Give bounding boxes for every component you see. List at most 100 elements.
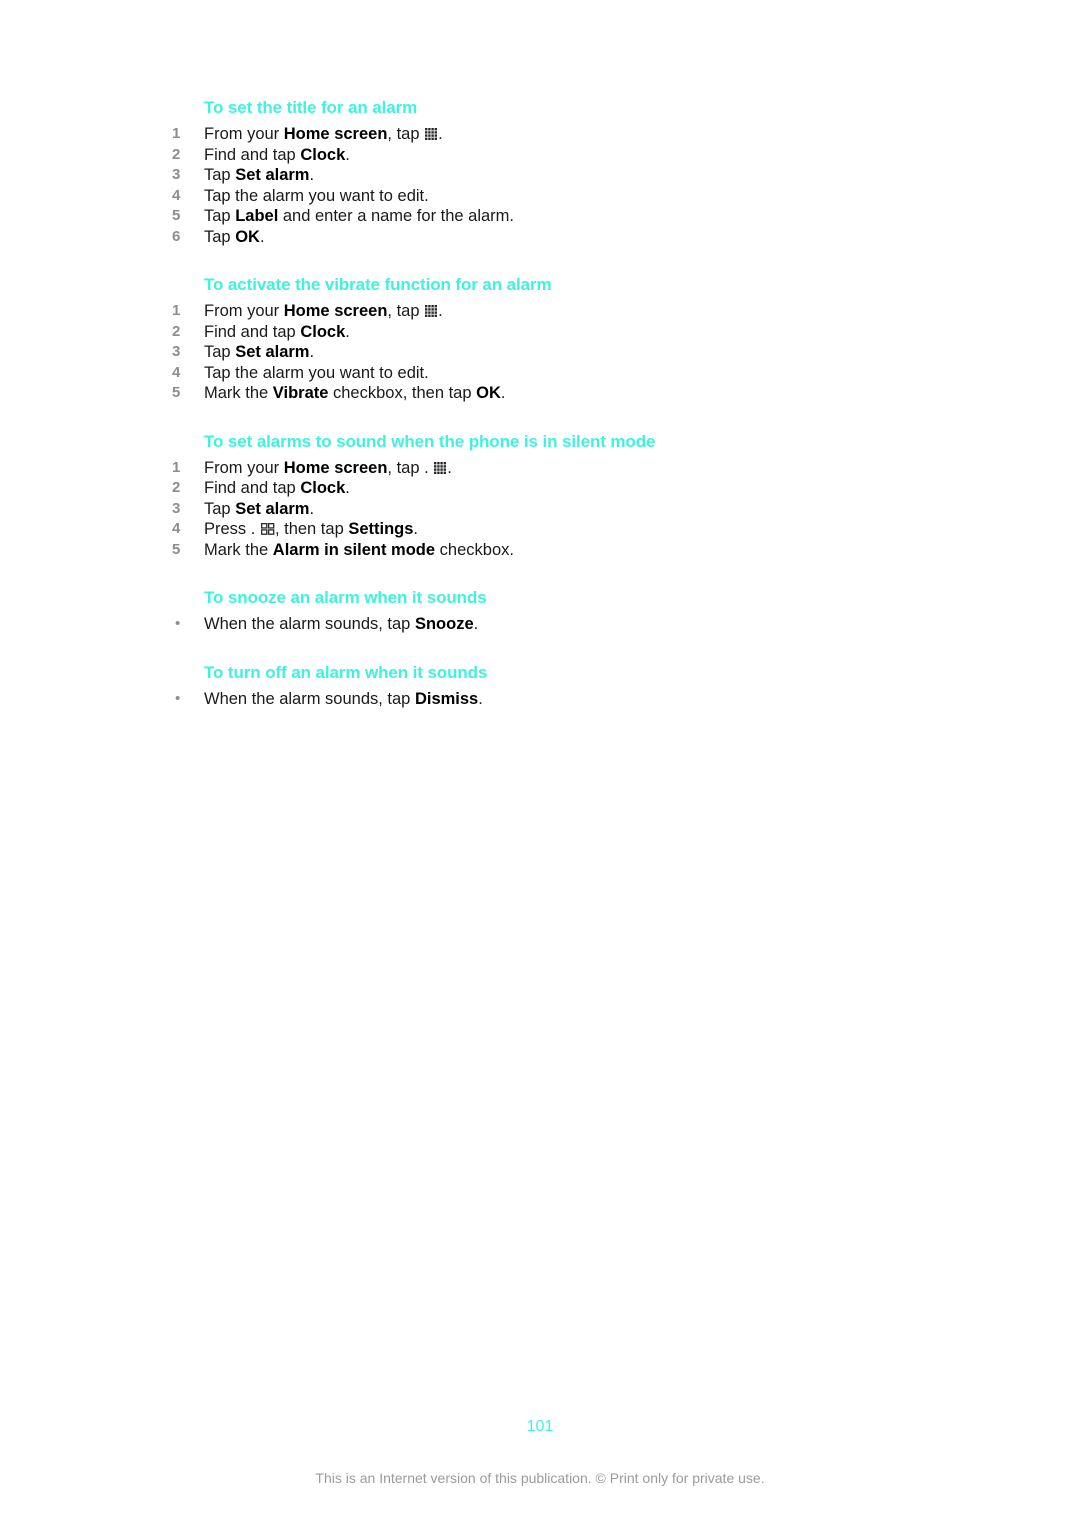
step-text: From your Home screen, tap .	[204, 124, 932, 145]
step-text: Find and tap Clock.	[204, 322, 932, 343]
step-item: 3 Tap Set alarm.	[172, 342, 932, 363]
step-text-pre: Tap	[204, 166, 236, 184]
step-text-bold: Set alarm	[235, 499, 310, 518]
step-number: 3	[172, 166, 181, 183]
step-text: Tap Set alarm.	[204, 342, 932, 363]
bullet-text-post: .	[478, 689, 483, 708]
step-text-post: .	[413, 520, 419, 538]
step-text-bold: Clock	[300, 322, 346, 341]
bullet-text-pre: When the alarm sounds, tap	[204, 689, 415, 708]
section-heading: To turn off an alarm when it sounds	[204, 662, 488, 682]
step-text-post: .	[438, 125, 443, 143]
step-item: 2 Find and tap Clock.	[172, 145, 932, 166]
step-text-pre: Mark the	[204, 540, 273, 559]
bullet-text-bold: Snooze	[414, 615, 474, 633]
step-text-pre: Tap	[204, 207, 236, 225]
app-drawer-grid-icon	[434, 461, 447, 475]
page-content: To set the title for an alarm 1 From you…	[172, 96, 932, 709]
step-text-pre: Press .	[204, 520, 260, 538]
step-text-post: .	[438, 302, 443, 320]
section-heading: To set alarms to sound when the phone is…	[204, 431, 656, 451]
step-item: 1 From your Home screen, tap . .	[172, 458, 932, 479]
step-text-post: .	[309, 343, 315, 361]
step-list: 1 From your Home screen, tap . 2 Find an…	[172, 124, 932, 247]
step-text: Press . , then tap Settings.	[204, 519, 932, 540]
section-set-title-for-alarm: To set the title for an alarm 1 From you…	[172, 96, 932, 247]
step-text-pre: Find and tap	[204, 479, 301, 497]
step-text-mid: , tap .	[387, 458, 434, 477]
step-text-post: .	[500, 384, 506, 402]
app-drawer-grid-icon	[425, 128, 438, 141]
step-text-mid: and enter a name for the alarm.	[278, 207, 515, 225]
step-number: 5	[172, 540, 181, 558]
step-text-pre: Tap	[204, 343, 236, 361]
step-text-pre: Find and tap	[204, 145, 301, 164]
step-text-pre: From your	[204, 125, 284, 143]
step-text: Tap Set alarm.	[204, 499, 932, 520]
step-text-bold: Settings	[348, 520, 414, 538]
bullet-text-post: .	[473, 615, 479, 633]
step-item: 1 From your Home screen, tap .	[172, 301, 932, 322]
app-drawer-grid-icon	[425, 305, 438, 318]
step-text-post: .	[309, 499, 315, 518]
step-item: 1 From your Home screen, tap .	[172, 124, 932, 145]
step-text-post: .	[345, 479, 350, 497]
menu-key-icon	[260, 523, 275, 535]
step-text-mid: , then tap	[274, 520, 349, 538]
bullet-list: • When the alarm sounds, tap Dismiss.	[172, 689, 932, 710]
step-text: Tap Label and enter a name for the alarm…	[204, 206, 932, 227]
step-text-post: .	[447, 458, 452, 477]
bullet-text: When the alarm sounds, tap Dismiss.	[204, 689, 932, 710]
step-text-mid: , tap	[387, 302, 425, 320]
step-text-bold: Home screen	[283, 458, 388, 477]
step-text-pre: From your	[204, 302, 284, 320]
step-text-bold: Set alarm	[235, 166, 310, 184]
bullet-text-pre: When the alarm sounds, tap	[204, 615, 415, 633]
step-text-bold-2: OK	[476, 384, 501, 402]
step-item: 3 Tap Set alarm.	[172, 165, 932, 186]
step-text-pre: Tap the alarm you want to edit.	[204, 186, 429, 205]
bullet-dot-icon: •	[175, 615, 181, 632]
step-text-post: .	[309, 166, 315, 184]
step-text-bold: Clock	[300, 479, 346, 497]
step-text-bold: Home screen	[283, 302, 388, 320]
step-text-pre: Tap	[204, 227, 236, 246]
step-text: Mark the Vibrate checkbox, then tap OK.	[204, 383, 932, 404]
step-item: 5 Mark the Alarm in silent mode checkbox…	[172, 540, 932, 561]
step-text-pre: Tap	[204, 499, 236, 518]
step-number: 1	[172, 302, 181, 319]
step-number: 4	[172, 363, 181, 381]
footer-note: This is an Internet version of this publ…	[315, 1470, 765, 1486]
step-item: 3 Tap Set alarm.	[172, 499, 932, 520]
step-number: 2	[172, 145, 181, 163]
section-heading: To activate the vibrate function for an …	[204, 275, 552, 294]
page-number: 101	[526, 1418, 554, 1435]
list-item: • When the alarm sounds, tap Snooze.	[172, 614, 932, 635]
step-number: 2	[172, 322, 181, 340]
step-text-pre: Tap the alarm you want to edit.	[204, 363, 429, 382]
step-text-post: .	[345, 322, 350, 341]
step-item: 2 Find and tap Clock.	[172, 322, 932, 343]
step-text: From your Home screen, tap .	[204, 301, 932, 322]
section-heading: To set the title for an alarm	[204, 98, 418, 117]
step-item: 2 Find and tap Clock.	[172, 478, 932, 499]
step-number: 6	[172, 227, 181, 245]
step-text-bold: Vibrate	[272, 384, 329, 402]
step-text: Find and tap Clock.	[204, 145, 932, 166]
step-number: 1	[172, 125, 181, 142]
step-text-pre: Find and tap	[204, 322, 301, 341]
document-page: To set the title for an alarm 1 From you…	[0, 0, 1080, 1527]
step-text-pre: From your	[204, 458, 284, 477]
step-text: Tap Set alarm.	[204, 165, 932, 186]
section-alarm-silent-mode: To set alarms to sound when the phone is…	[172, 430, 932, 561]
bullet-list: • When the alarm sounds, tap Snooze.	[172, 614, 932, 635]
step-number: 1	[172, 458, 181, 476]
step-item: 4 Tap the alarm you want to edit.	[172, 186, 932, 207]
section-turn-off-alarm: To turn off an alarm when it sounds • Wh…	[172, 661, 932, 710]
bullet-text: When the alarm sounds, tap Snooze.	[204, 614, 932, 635]
step-number: 4	[172, 520, 181, 537]
step-number: 4	[172, 186, 181, 204]
list-item: • When the alarm sounds, tap Dismiss.	[172, 689, 932, 710]
step-number: 5	[172, 384, 181, 401]
step-text: Tap the alarm you want to edit.	[204, 186, 932, 207]
